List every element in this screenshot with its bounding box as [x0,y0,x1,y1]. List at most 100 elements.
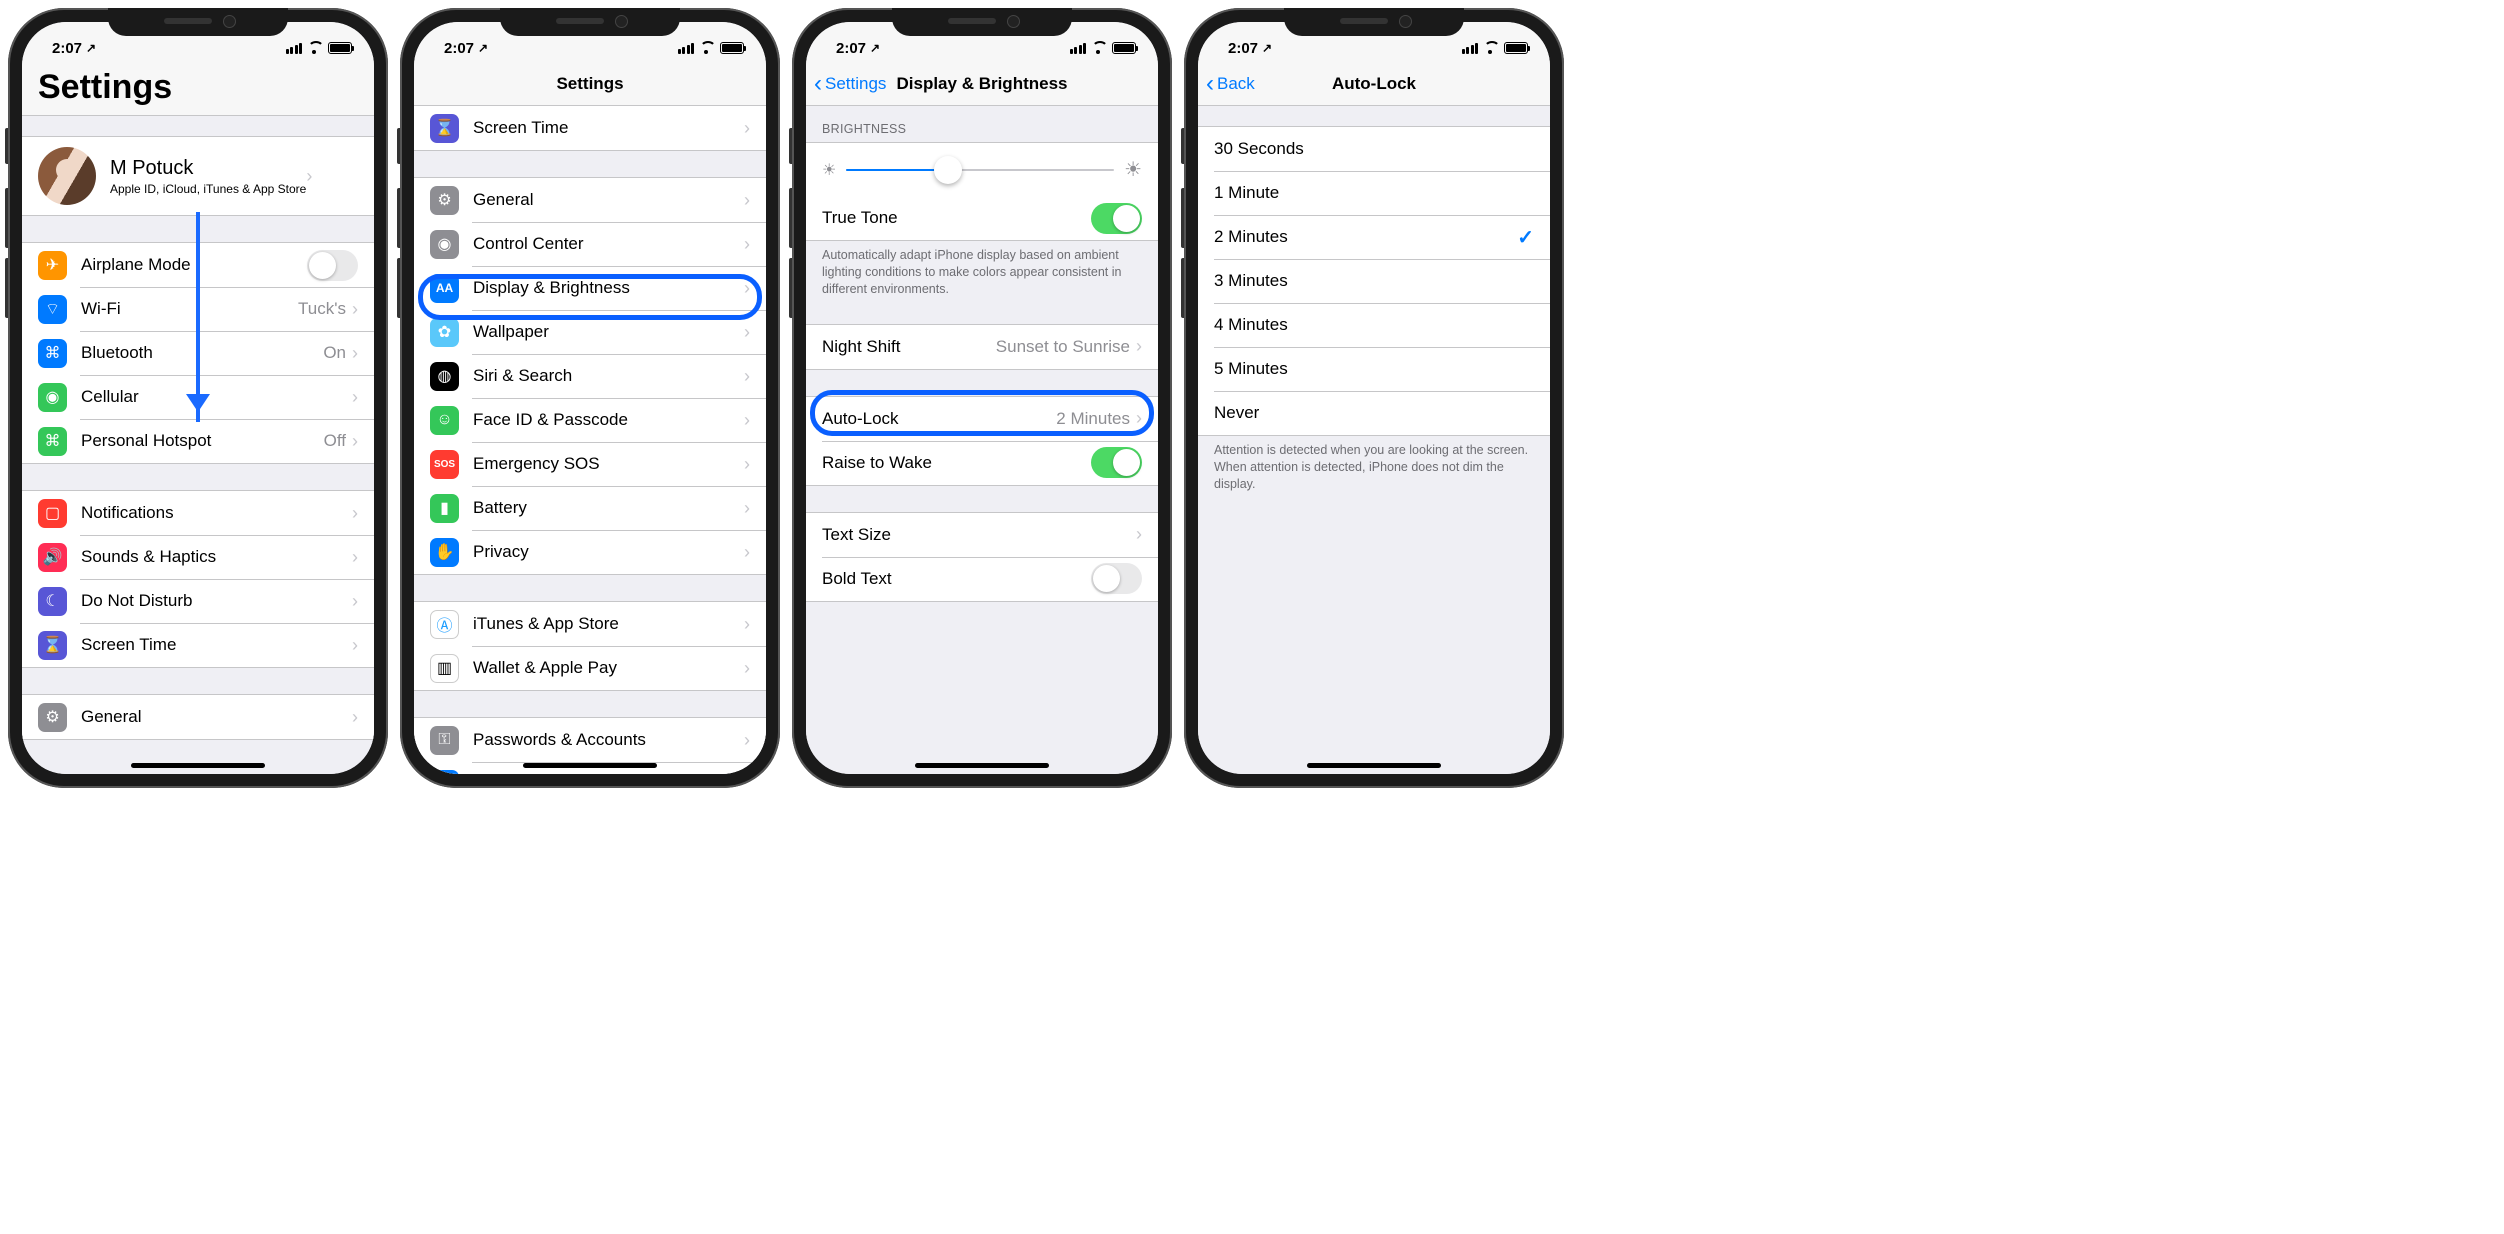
option-4-minutes[interactable]: 4 Minutes [1198,303,1550,347]
row-wallpaper[interactable]: ✿Wallpaper› [414,310,766,354]
row-true-tone[interactable]: True Tone [806,196,1158,240]
back-button[interactable]: ‹Back [1206,72,1255,96]
location-icon: ↗ [870,41,880,55]
phone-frame-1: 2:07↗ Settings M Potuck Apple ID, iCloud… [8,8,388,788]
wifi-icon [699,42,715,54]
battery-icon [1504,42,1528,54]
display-settings[interactable]: BRIGHTNESS ☀︎ ☀︎ True Tone Automatically… [806,106,1158,774]
row-night-shift[interactable]: Night Shift Sunset to Sunrise › [806,325,1158,369]
airplane-icon: ✈ [38,251,67,280]
notch [1284,8,1464,36]
bold-text-toggle[interactable] [1091,563,1142,594]
row-control-center[interactable]: ◉Control Center› [414,222,766,266]
chevron-right-icon: › [352,503,358,524]
row-sounds[interactable]: 🔊 Sounds & Haptics › [22,535,374,579]
row-privacy[interactable]: ✋Privacy› [414,530,766,574]
row-text-size[interactable]: Text Size › [806,513,1158,557]
settings-list[interactable]: ⌛ Screen Time › ⚙General› ◉Control Cente… [414,106,766,774]
row-wallet[interactable]: ▥Wallet & Apple Pay› [414,646,766,690]
option-3-minutes[interactable]: 3 Minutes [1198,259,1550,303]
option-5-minutes[interactable]: 5 Minutes [1198,347,1550,391]
row-personal-hotspot[interactable]: ⌘ Personal Hotspot Off › [22,419,374,463]
siri-icon: ◍ [430,362,459,391]
chevron-right-icon: › [744,278,750,299]
home-indicator[interactable] [523,763,657,768]
chevron-right-icon: › [744,366,750,387]
gear-icon: ⚙ [38,703,67,732]
raise-to-wake-toggle[interactable] [1091,447,1142,478]
row-bold-text[interactable]: Bold Text [806,557,1158,601]
brightness-slider-row[interactable]: ☀︎ ☀︎ [806,143,1158,196]
row-emergency-sos[interactable]: SOSEmergency SOS› [414,442,766,486]
wifi-settings-icon: ⌔ [38,295,67,324]
true-tone-toggle[interactable] [1091,203,1142,234]
text-size-icon: AA [430,274,459,303]
chevron-right-icon: › [352,299,358,320]
app-store-icon: Ⓐ [430,610,459,639]
row-face-id[interactable]: ☺Face ID & Passcode› [414,398,766,442]
option-30-seconds[interactable]: 30 Seconds [1198,127,1550,171]
location-icon: ↗ [1262,41,1272,55]
chevron-right-icon: › [744,410,750,431]
chevron-right-icon: › [744,234,750,255]
wifi-icon [1091,42,1107,54]
battery-settings-icon: ▮ [430,494,459,523]
row-itunes[interactable]: ⒶiTunes & App Store› [414,602,766,646]
notch [108,8,288,36]
chevron-right-icon: › [744,614,750,635]
row-notifications[interactable]: ▢ Notifications › [22,491,374,535]
hourglass-icon: ⌛ [38,631,67,660]
option-label: 2 Minutes [1214,227,1517,247]
row-general[interactable]: ⚙ General › [22,695,374,739]
wifi-icon [307,42,323,54]
row-auto-lock[interactable]: Auto-Lock 2 Minutes › [806,397,1158,441]
row-raise-to-wake[interactable]: Raise to Wake [806,441,1158,485]
airplane-toggle[interactable] [307,250,358,281]
option-never[interactable]: Never [1198,391,1550,435]
option-1-minute[interactable]: 1 Minute [1198,171,1550,215]
chevron-right-icon: › [744,454,750,475]
row-dnd[interactable]: ☾ Do Not Disturb › [22,579,374,623]
phone-frame-3: 2:07↗ ‹Settings Display & Brightness BRI… [792,8,1172,788]
chevron-right-icon: › [744,190,750,211]
option-2-minutes[interactable]: 2 Minutes✓ [1198,215,1550,259]
battery-icon [1112,42,1136,54]
row-display-brightness[interactable]: AADisplay & Brightness› [414,266,766,310]
chevron-right-icon: › [744,730,750,751]
brightness-slider[interactable] [846,169,1114,171]
chevron-right-icon: › [352,343,358,364]
settings-list[interactable]: M Potuck Apple ID, iCloud, iTunes & App … [22,116,374,774]
auto-lock-options[interactable]: 30 Seconds1 Minute2 Minutes✓3 Minutes4 M… [1198,106,1550,774]
row-passwords[interactable]: ⚿Passwords & Accounts› [414,718,766,762]
row-siri[interactable]: ◍Siri & Search› [414,354,766,398]
wallet-icon: ▥ [430,654,459,683]
auto-lock-footer: Attention is detected when you are looki… [1198,436,1550,493]
chevron-right-icon: › [744,498,750,519]
home-indicator[interactable] [915,763,1049,768]
control-center-icon: ◉ [430,230,459,259]
face-id-icon: ☺ [430,406,459,435]
privacy-icon: ✋ [430,538,459,567]
bluetooth-icon: ⌘ [38,339,67,368]
checkmark-icon: ✓ [1517,225,1534,250]
option-label: 30 Seconds [1214,139,1534,159]
sun-large-icon: ☀︎ [1124,157,1142,182]
home-indicator[interactable] [1307,763,1441,768]
chevron-left-icon: ‹ [814,72,822,96]
chevron-right-icon: › [306,166,312,187]
option-label: Never [1214,403,1534,423]
row-screen-time[interactable]: ⌛ Screen Time › [414,106,766,150]
apple-id-row[interactable]: M Potuck Apple ID, iCloud, iTunes & App … [22,137,374,215]
option-label: 1 Minute [1214,183,1534,203]
hotspot-icon: ⌘ [38,427,67,456]
row-battery[interactable]: ▮Battery› [414,486,766,530]
battery-icon [720,42,744,54]
page-title: Settings [22,62,374,116]
home-indicator[interactable] [131,763,265,768]
row-general[interactable]: ⚙General› [414,178,766,222]
phone-frame-4: 2:07↗ ‹Back Auto-Lock 30 Seconds1 Minute… [1184,8,1564,788]
row-screen-time[interactable]: ⌛ Screen Time › [22,623,374,667]
back-button[interactable]: ‹Settings [814,72,886,96]
wifi-icon [1483,42,1499,54]
wallpaper-icon: ✿ [430,318,459,347]
